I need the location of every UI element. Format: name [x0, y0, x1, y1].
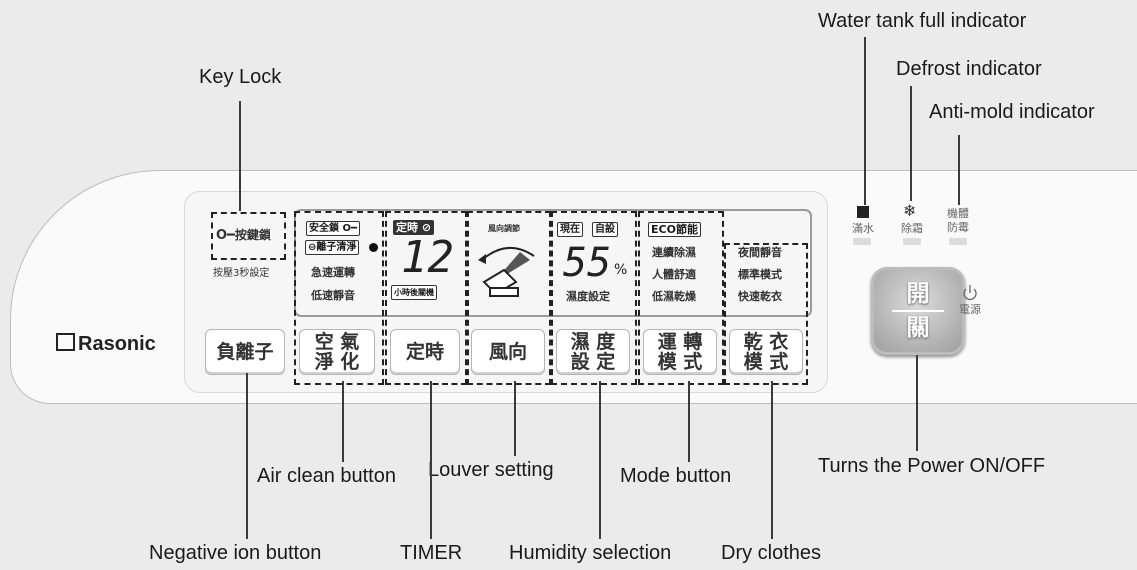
- leader-negative-ion: [246, 373, 248, 539]
- leader-air-clean: [342, 381, 344, 462]
- humidity-button[interactable]: 濕 度設 定: [556, 329, 630, 375]
- callout-key-lock: Key Lock: [199, 66, 282, 88]
- callout-timer: TIMER: [400, 542, 463, 564]
- louver-icon: [478, 247, 535, 297]
- leader-timer: [430, 381, 432, 539]
- leader-key-lock: [239, 101, 241, 211]
- humidity-label: 濕度設定: [566, 290, 610, 303]
- keylock-label: 按鍵鎖: [234, 228, 271, 242]
- comfort-label: 人體舒適: [652, 268, 696, 281]
- water-tank-icon: [857, 206, 869, 218]
- callout-louver: Louver setting: [428, 459, 554, 481]
- leader-humidity: [599, 381, 601, 539]
- timer-value: 12: [401, 232, 454, 283]
- key-icon-small: O━: [342, 223, 358, 234]
- power-open-label: 開: [906, 281, 930, 307]
- defrost-led: [903, 238, 921, 245]
- power-close-label: 關: [906, 315, 930, 341]
- timer-sub: 小時後關機: [391, 285, 437, 300]
- callout-negative-ion: Negative ion button: [149, 542, 322, 564]
- ion-clean-tag: ⊖離子清淨: [305, 240, 360, 255]
- defrost-label: 除霜: [901, 222, 923, 235]
- callout-anti-mold: Anti-mold indicator: [929, 101, 1095, 123]
- leader-power: [916, 355, 918, 451]
- night-label: 夜間靜音: [738, 246, 782, 259]
- water-tank-led: [853, 238, 871, 245]
- eco-tag: ECO節能: [648, 222, 701, 237]
- leader-anti-mold: [958, 135, 960, 205]
- safety-lock-tag: 安全鎖 O━: [306, 221, 361, 236]
- louver-button[interactable]: 風向: [471, 329, 545, 375]
- humidity-unit: %: [614, 262, 628, 278]
- continuous-label: 連續除濕: [652, 246, 696, 259]
- mode-button[interactable]: 運 轉模 式: [643, 329, 717, 375]
- brand-logo: Rasonic: [56, 333, 156, 356]
- now-tag: 現在: [557, 222, 583, 237]
- negative-ion-button[interactable]: 負離子: [205, 329, 285, 375]
- callout-power: Turns the Power ON/OFF: [818, 455, 1046, 477]
- power-icon: [963, 285, 977, 301]
- callout-defrost: Defrost indicator: [896, 58, 1042, 80]
- leader-mode: [688, 381, 690, 462]
- anti-mold-led: [949, 238, 967, 245]
- leader-louver: [514, 381, 516, 456]
- keylock-button[interactable]: O━按鍵鎖: [216, 226, 271, 243]
- anti-mold-label-2: 防霉: [947, 221, 969, 234]
- air-clean-button[interactable]: 空 氣淨 化: [299, 329, 375, 375]
- fast-run-label: 急速運轉: [311, 266, 355, 279]
- callout-humidity: Humidity selection: [509, 542, 672, 564]
- leader-defrost: [910, 86, 912, 201]
- fast-dry-label: 快速乾衣: [738, 290, 782, 303]
- callout-water-tank: Water tank full indicator: [818, 10, 1027, 32]
- power-button[interactable]: 開 關: [871, 267, 965, 355]
- callout-dry-clothes: Dry clothes: [721, 542, 822, 564]
- dot-icon: [369, 243, 378, 252]
- callout-air-clean: Air clean button: [257, 465, 396, 487]
- leader-water-tank: [864, 37, 866, 205]
- standard-label: 標準模式: [738, 268, 782, 281]
- keylock-hint: 按壓3秒設定: [213, 268, 270, 279]
- power-divider: [892, 310, 944, 312]
- brand-name: Rasonic: [78, 333, 156, 355]
- logo-icon: [56, 333, 75, 351]
- low-dry-label: 低濕乾燥: [652, 290, 696, 303]
- key-icon: O━: [216, 228, 235, 243]
- power-label: 電源: [959, 303, 981, 316]
- quiet-label: 低速靜音: [311, 289, 355, 302]
- dry-clothes-button[interactable]: 乾 衣模 式: [729, 329, 803, 375]
- timer-button[interactable]: 定時: [390, 329, 460, 375]
- anti-mold-label-1: 機體: [947, 207, 969, 220]
- water-tank-label: 滿水: [852, 222, 874, 235]
- custom-tag: 自設: [592, 222, 618, 237]
- leader-dry-clothes: [771, 381, 773, 539]
- snowflake-icon: ❄: [903, 201, 917, 220]
- humidity-value: 55: [563, 240, 612, 286]
- callout-mode: Mode button: [620, 465, 732, 487]
